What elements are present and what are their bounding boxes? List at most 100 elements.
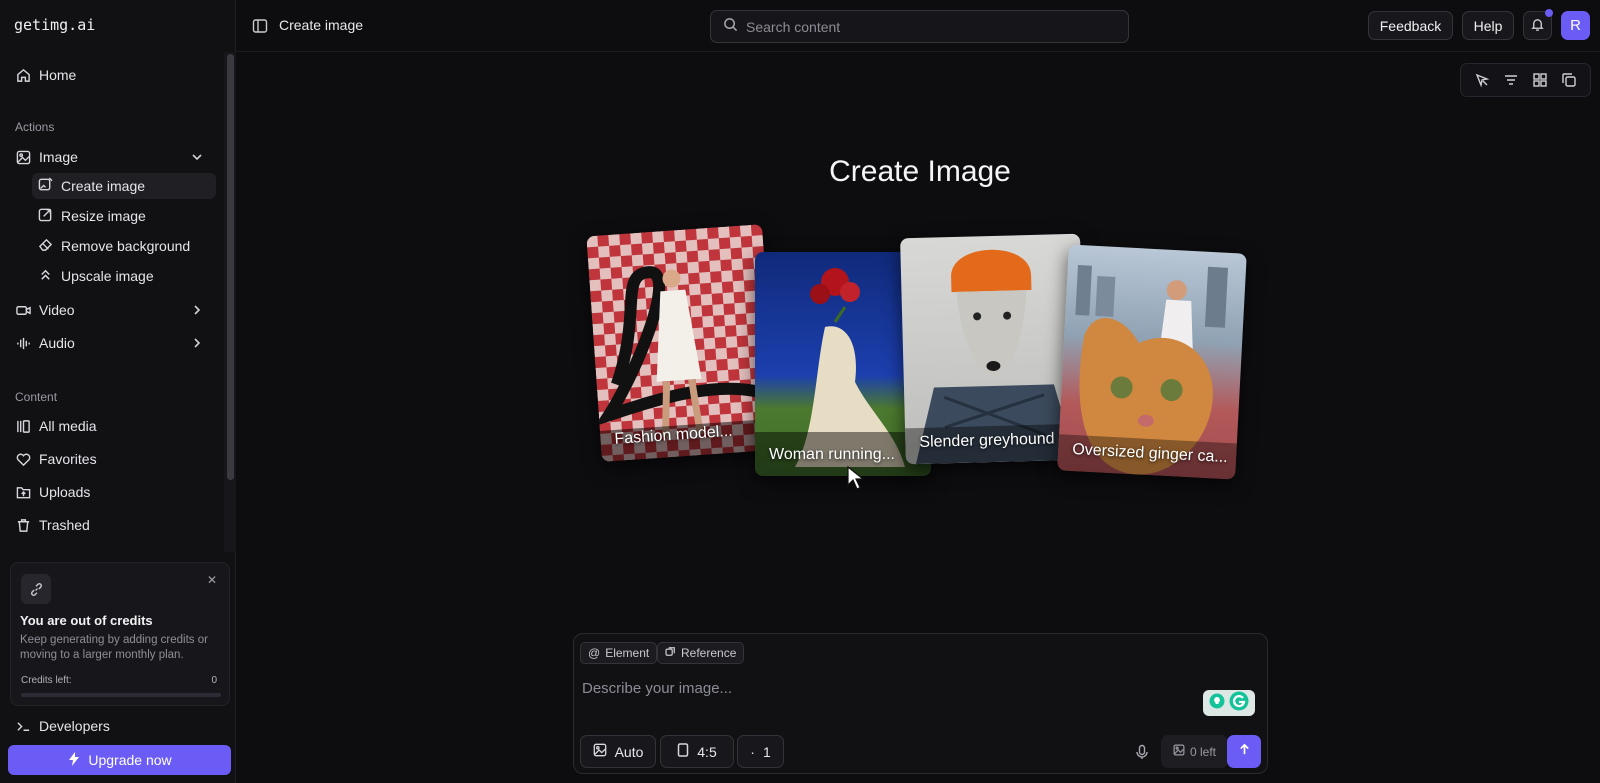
sidebar-item-uploads[interactable]: Uploads [8, 478, 216, 506]
sidebar-toggle-icon[interactable] [252, 18, 268, 34]
chevron-right-icon[interactable] [190, 336, 204, 350]
sidebar-item-label: Image [39, 149, 78, 165]
send-button[interactable] [1227, 735, 1261, 768]
example-caption: Slender greyhound [919, 430, 1055, 451]
credits-progress-bar [21, 693, 221, 697]
page-title: Create Image [829, 155, 1011, 188]
grammarly-icon [1229, 691, 1249, 716]
sidebar-item-all-media[interactable]: All media [8, 412, 216, 440]
content-section-label: Content [15, 390, 58, 404]
portrait-ratio-icon [677, 743, 689, 760]
lightbulb-icon [1209, 693, 1225, 714]
sidebar-item-label: Developers [39, 718, 110, 734]
sidebar-item-label: Audio [39, 335, 75, 351]
upload-folder-icon [15, 484, 31, 500]
search-input[interactable] [746, 18, 1106, 35]
example-card[interactable]: Oversized ginger ca... [1057, 244, 1247, 480]
eraser-icon [38, 237, 53, 255]
prompt-input[interactable] [582, 676, 1182, 700]
sidebar-item-label: Resize image [61, 208, 146, 224]
sidebar-item-label: Remove background [61, 238, 191, 254]
chevron-down-icon[interactable] [190, 150, 204, 164]
sidebar-item-label: All media [39, 418, 97, 434]
actions-section-label: Actions [15, 120, 55, 134]
grammarly-widget[interactable] [1203, 690, 1255, 716]
search-bar[interactable] [710, 10, 1129, 43]
sidebar-item-favorites[interactable]: Favorites [8, 445, 216, 473]
element-chip[interactable]: @ Element [580, 642, 658, 664]
filter-icon[interactable] [1503, 72, 1519, 88]
sidebar-item-resize-image[interactable]: Resize image [32, 203, 216, 229]
example-card[interactable]: Fashion model... [586, 224, 778, 462]
sidebar-item-create-image[interactable]: Create image [32, 173, 216, 199]
mode-selector[interactable]: Auto [580, 735, 656, 768]
select-cursor-icon[interactable] [1474, 72, 1490, 88]
feedback-button[interactable]: Feedback [1368, 11, 1453, 40]
view-toolbar [1460, 63, 1591, 97]
app-logo[interactable]: getimg.ai [14, 16, 95, 34]
grid-view-icon[interactable] [1532, 72, 1548, 88]
aspect-ratio-label: 4:5 [697, 743, 717, 760]
sidebar-item-image[interactable]: Image [8, 143, 216, 171]
sidebar-item-label: Create image [61, 178, 146, 194]
reference-chip[interactable]: Reference [657, 642, 745, 664]
prompt-composer: @ Element Reference Auto 4:5 · 1 [573, 633, 1268, 774]
sidebar: getimg.ai Home Actions Image Create imag… [0, 0, 236, 783]
search-icon [723, 17, 738, 37]
link-icon [21, 574, 51, 604]
upgrade-button[interactable]: Upgrade now [8, 745, 231, 775]
sidebar-item-label: Trashed [39, 517, 90, 533]
library-icon [15, 418, 31, 434]
mouse-cursor-icon [847, 465, 865, 490]
credits-card: ✕ You are out of credits Keep generating… [10, 562, 230, 706]
lightning-icon [67, 751, 81, 769]
sidebar-item-video[interactable]: Video [8, 296, 216, 324]
terminal-icon [15, 718, 31, 734]
reference-chip-label: Reference [681, 646, 737, 660]
link-icon [665, 646, 676, 660]
help-button[interactable]: Help [1462, 11, 1514, 40]
audio-waveform-icon [15, 335, 31, 351]
example-caption: Woman running... [769, 446, 895, 463]
dot-icon: · [750, 743, 755, 760]
credits-left-value: 0 [211, 675, 217, 686]
sidebar-item-trashed[interactable]: Trashed [8, 511, 216, 539]
sidebar-item-label: Video [39, 302, 75, 318]
upgrade-label: Upgrade now [88, 752, 172, 768]
credits-card-description: Keep generating by adding credits or mov… [20, 634, 208, 661]
resize-icon [38, 207, 53, 225]
sidebar-item-home[interactable]: Home [8, 61, 216, 89]
sidebar-item-developers[interactable]: Developers [8, 712, 216, 740]
breadcrumb: Create image [279, 17, 364, 33]
example-card[interactable]: Slender greyhound [900, 233, 1086, 465]
sidebar-scroll-thumb[interactable] [227, 54, 234, 480]
heart-icon [15, 451, 31, 467]
chevron-right-icon[interactable] [190, 303, 204, 317]
sidebar-item-audio[interactable]: Audio [8, 329, 216, 357]
credits-card-title: You are out of credits [20, 613, 153, 628]
generations-left-label: 0 left [1189, 744, 1216, 759]
aspect-ratio-selector[interactable]: 4:5 [660, 735, 734, 768]
image-icon [1173, 744, 1185, 759]
sidebar-item-label: Favorites [39, 451, 97, 467]
element-chip-label: Element [605, 646, 650, 660]
at-sign-icon: @ [588, 646, 601, 660]
sidebar-item-label: Home [39, 67, 77, 83]
image-icon [593, 743, 607, 760]
sidebar-item-remove-background[interactable]: Remove background [32, 233, 216, 259]
copy-icon[interactable] [1561, 72, 1577, 88]
mode-label: Auto [614, 743, 644, 760]
image-count-selector[interactable]: · 1 [737, 735, 784, 768]
microphone-icon[interactable] [1134, 744, 1150, 760]
greyhound-image [905, 249, 1086, 465]
image-icon [15, 149, 31, 165]
sidebar-item-label: Upscale image [61, 268, 154, 284]
avatar[interactable]: R [1561, 11, 1590, 40]
close-icon[interactable]: ✕ [207, 573, 217, 587]
image-count-label: 1 [762, 743, 771, 760]
credits-left-label: Credits left: [21, 675, 72, 686]
sidebar-item-upscale-image[interactable]: Upscale image [32, 263, 216, 289]
trash-icon [15, 517, 31, 533]
video-icon [15, 302, 31, 318]
bell-icon [1530, 17, 1545, 35]
